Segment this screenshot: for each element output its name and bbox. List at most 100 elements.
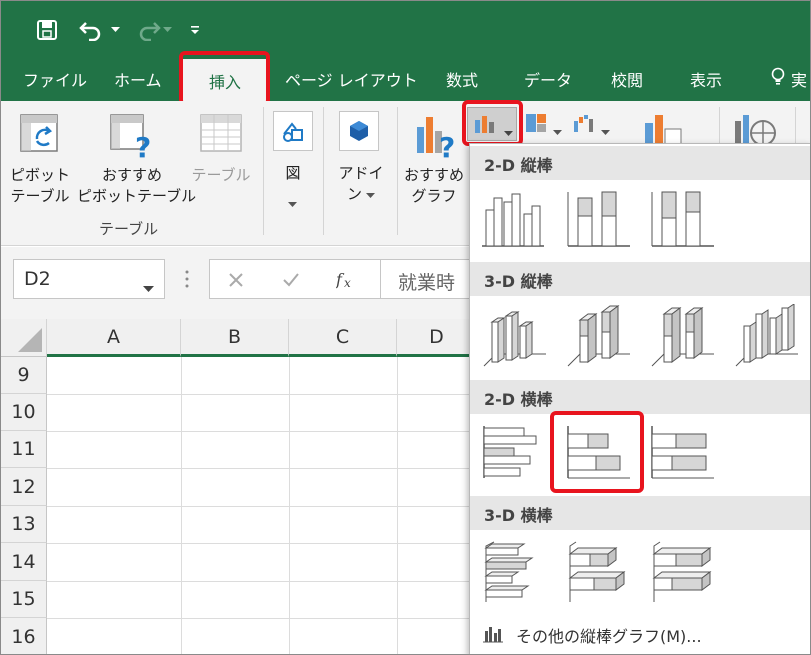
clustered-bar-icon[interactable] — [482, 424, 548, 484]
hierarchy-chart-dropdown-icon — [553, 121, 562, 140]
ribbon-tabs: ファイル ホーム 挿入 ページ レイアウト 数式 データ 校閲 表示 実 — [1, 57, 810, 103]
row-header[interactable]: 12 — [1, 468, 47, 506]
illustrations-button[interactable]: 図 — [269, 105, 317, 215]
row-header[interactable]: 9 — [1, 357, 47, 394]
column-header-d[interactable]: D — [397, 319, 477, 357]
row-header[interactable]: 15 — [1, 581, 47, 618]
highlight-stacked-bar-option — [550, 411, 644, 493]
name-box-value: D2 — [24, 268, 51, 290]
addins-dropdown-icon — [366, 184, 375, 205]
row-header[interactable]: 11 — [1, 431, 47, 468]
illustrations-icon — [273, 111, 313, 151]
formula-divider — [380, 260, 381, 298]
highlight-insert-tab — [179, 51, 270, 106]
row-header[interactable]: 16 — [1, 618, 47, 654]
formula-bar-grip-icon — [185, 269, 189, 293]
tell-me-search[interactable]: 実 — [771, 57, 807, 101]
stacked-column-icon[interactable] — [566, 188, 632, 252]
clustered-column-icon[interactable] — [480, 188, 546, 252]
insert-function-icon[interactable]: fx — [336, 260, 356, 300]
pivot-table-icon — [19, 113, 61, 159]
more-charts-label: その他の縦棒グラフ(M)... — [516, 627, 702, 646]
svg-text:x: x — [344, 276, 351, 289]
100-stacked-column-icon[interactable] — [650, 188, 716, 252]
tab-formulas[interactable]: 数式 — [446, 57, 478, 101]
section-header-2d-bar: 2-D 横棒 — [470, 380, 810, 414]
section-header-2d-column: 2-D 縦棒 — [470, 146, 810, 180]
hierarchy-chart-icon — [525, 113, 547, 137]
addins-button[interactable]: アドイ ン — [331, 105, 391, 215]
tab-view[interactable]: 表示 — [690, 57, 722, 101]
tab-file[interactable]: ファイル — [23, 57, 87, 101]
ribbon-separator — [323, 107, 324, 235]
grid-line — [47, 394, 477, 395]
row-header[interactable]: 10 — [1, 394, 47, 431]
table-button[interactable]: テーブル — [189, 105, 253, 215]
table-label: テーブル — [191, 166, 251, 184]
column-header-b[interactable]: B — [181, 319, 289, 357]
3d-clustered-bar-icon[interactable] — [480, 540, 548, 608]
grid-line — [47, 468, 477, 469]
row-header[interactable]: 14 — [1, 543, 47, 581]
illustrations-label: 図 — [285, 164, 301, 182]
3d-clustered-column-icon[interactable] — [482, 304, 548, 374]
more-column-charts-link[interactable]: その他の縦棒グラフ(M)... — [482, 620, 702, 650]
ribbon-separator — [397, 107, 398, 235]
lightbulb-icon — [771, 67, 787, 91]
formula-content: 就業時 — [398, 272, 456, 294]
3d-stacked-column-icon[interactable] — [566, 304, 632, 374]
select-all-corner[interactable] — [1, 319, 47, 357]
name-box[interactable]: D2 — [13, 259, 165, 299]
section-header-3d-column: 3-D 縦棒 — [470, 262, 810, 296]
column-header-a[interactable]: A — [47, 319, 181, 357]
grid-line — [47, 581, 477, 582]
table-icon — [199, 113, 243, 157]
title-bar — [1, 1, 810, 57]
undo-dropdown-icon[interactable] — [109, 15, 121, 45]
100-stacked-bar-icon[interactable] — [650, 424, 716, 484]
pivot-table-label: ピボット テーブル — [9, 166, 70, 205]
recommended-pivot-label: おすすめ ピボットテーブル — [77, 166, 197, 205]
tell-me-label: 実 — [791, 71, 808, 90]
tab-data[interactable]: データ — [524, 57, 572, 101]
hierarchy-chart-button[interactable] — [521, 107, 565, 141]
column-header-c[interactable]: C — [289, 319, 397, 357]
excel-window: ファイル ホーム 挿入 ページ レイアウト 数式 データ 校閲 表示 実 ピボッ… — [0, 0, 811, 655]
cancel-icon[interactable] — [228, 260, 244, 300]
customize-toolbar-icon[interactable] — [187, 15, 203, 45]
more-charts-icon — [482, 623, 504, 647]
redo-icon[interactable] — [133, 15, 163, 45]
formula-input[interactable]: 就業時 — [398, 268, 455, 295]
pivot-table-button[interactable]: ピボット テーブル — [9, 105, 71, 215]
save-icon[interactable] — [33, 15, 61, 45]
svg-text:?: ? — [439, 131, 455, 159]
grid-line — [47, 543, 477, 544]
tab-page-layout[interactable]: ページ レイアウト — [285, 57, 418, 101]
tab-review[interactable]: 校閲 — [611, 57, 643, 101]
undo-icon[interactable] — [77, 15, 107, 45]
recommended-charts-icon: ? — [413, 113, 459, 164]
svg-text:?: ? — [135, 131, 151, 159]
grid-line — [47, 506, 477, 507]
section-header-3d-bar: 3-D 横棒 — [470, 496, 810, 530]
addins-label: アドイ ン — [338, 164, 384, 205]
name-box-dropdown-icon[interactable] — [143, 276, 154, 298]
highlight-column-chart-button — [462, 100, 523, 146]
row-header[interactable]: 13 — [1, 506, 47, 543]
tab-home[interactable]: ホーム — [114, 57, 162, 101]
3d-100-stacked-bar-icon[interactable] — [650, 540, 718, 608]
3d-100-stacked-column-icon[interactable] — [650, 304, 716, 374]
addins-icon — [339, 111, 379, 151]
3d-column-icon[interactable] — [734, 303, 800, 374]
waterfall-chart-icon — [573, 113, 595, 137]
recommended-charts-button[interactable]: ? おすすめ グラフ — [401, 105, 467, 215]
3d-stacked-bar-icon[interactable] — [566, 540, 634, 608]
enter-icon[interactable] — [282, 260, 300, 300]
recommended-pivot-button[interactable]: ? おすすめ ピボットテーブル — [77, 105, 197, 215]
column-chart-dropdown: 2-D 縦棒 3-D 縦棒 2-D 横棒 3-D 横棒 その他の縦棒グラフ(M)… — [469, 143, 810, 654]
waterfall-chart-button[interactable] — [569, 107, 613, 141]
waterfall-chart-dropdown-icon — [601, 121, 610, 140]
recommended-pivot-icon: ? — [109, 113, 155, 164]
redo-dropdown-icon[interactable] — [161, 15, 173, 45]
recommended-charts-label: おすすめ グラフ — [403, 166, 464, 205]
